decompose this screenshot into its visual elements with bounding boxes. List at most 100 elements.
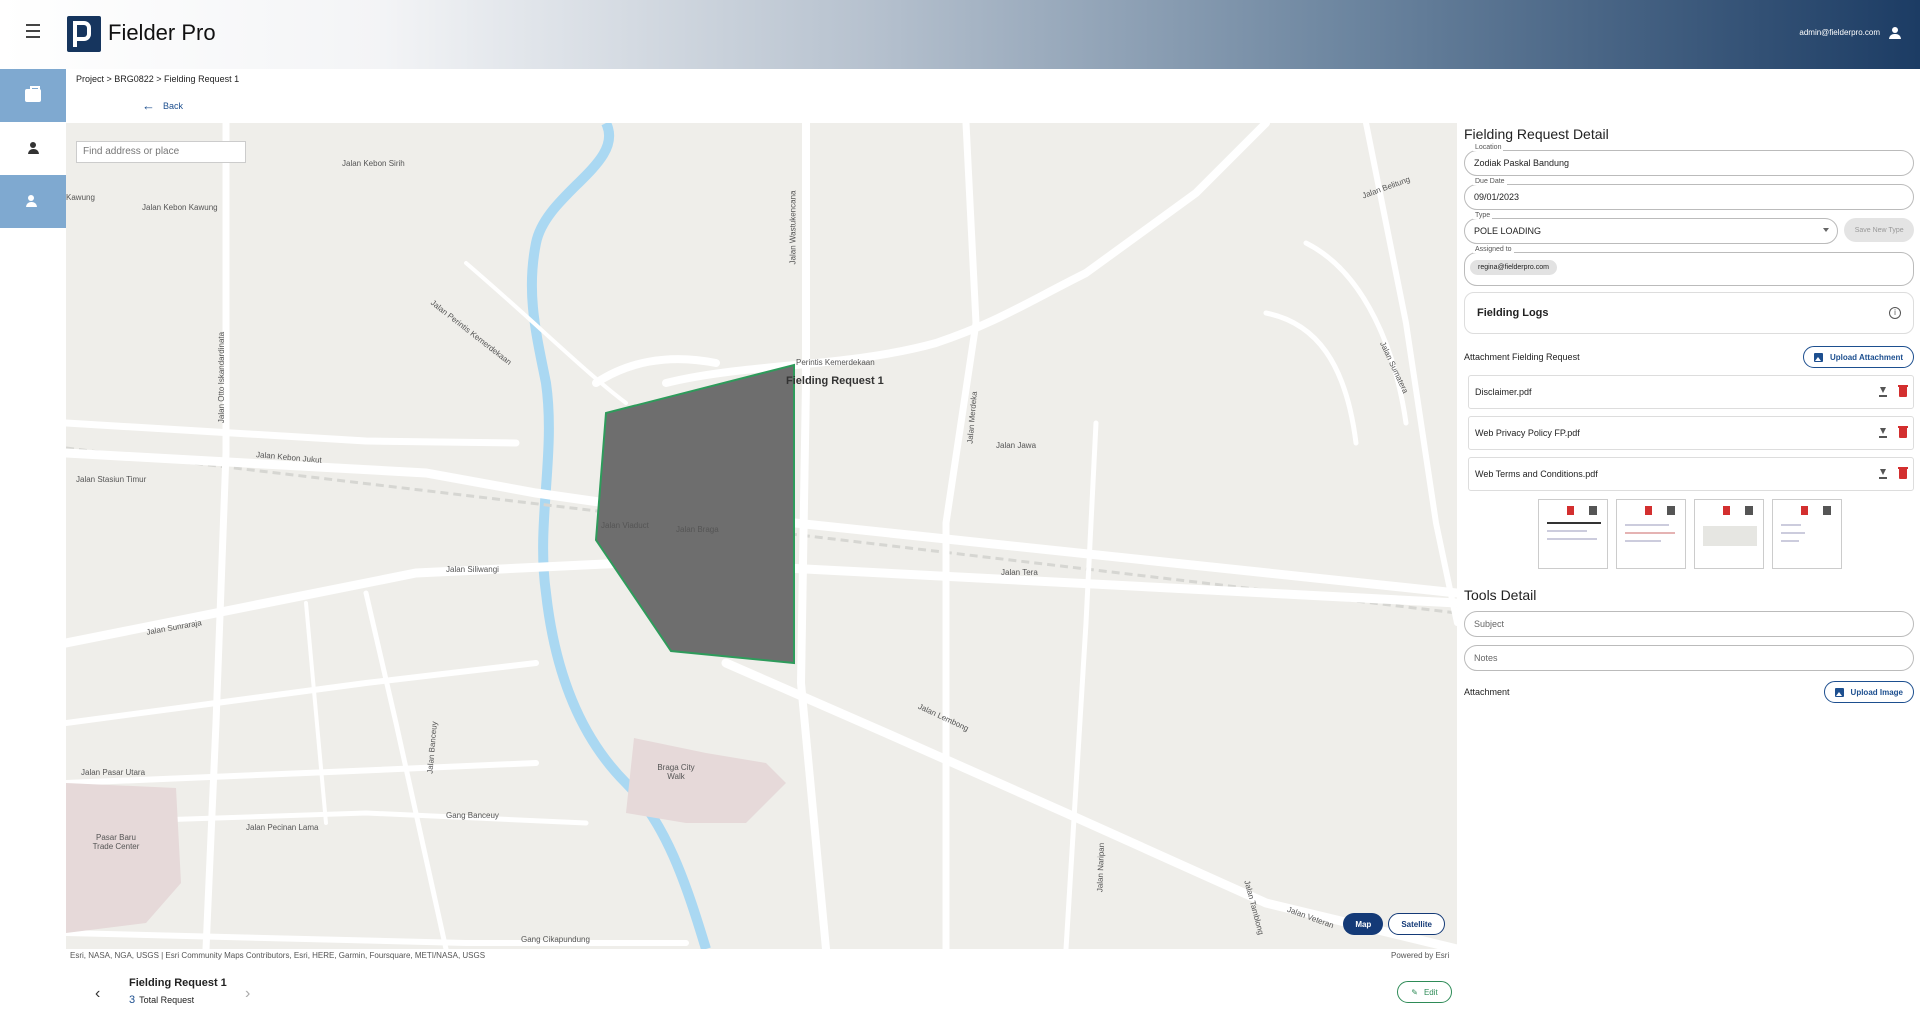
- fielding-request-polygon[interactable]: [594, 363, 795, 665]
- attachment-thumbnail[interactable]: [1538, 499, 1608, 569]
- street-label: Gang Banceuy: [446, 811, 499, 820]
- total-count: 3: [129, 994, 136, 1006]
- notes-input[interactable]: Notes: [1464, 645, 1914, 671]
- delete-icon[interactable]: [1801, 506, 1808, 515]
- polygon-label: Fielding Request 1: [786, 375, 884, 387]
- file-actions: [1879, 385, 1908, 397]
- attachment-thumbnail[interactable]: [1616, 499, 1686, 569]
- thumb-line: [1781, 524, 1801, 526]
- sidebar-item-users[interactable]: [0, 175, 66, 228]
- attachment-thumbnail[interactable]: [1694, 499, 1764, 569]
- type-value: POLE LOADING: [1474, 226, 1542, 236]
- delete-icon[interactable]: [1898, 467, 1908, 479]
- delete-icon[interactable]: [1567, 506, 1574, 515]
- map-search-input[interactable]: Find address or place: [76, 141, 246, 163]
- street-label: Jalan Kebon Sirih: [342, 159, 405, 168]
- file-name: Web Terms and Conditions.pdf: [1475, 469, 1598, 479]
- street-label: Jalan Pecinan Lama: [246, 823, 319, 832]
- attachment-thumbnail[interactable]: [1772, 499, 1842, 569]
- back-label: Back: [163, 100, 184, 111]
- document-icon[interactable]: [1589, 506, 1597, 515]
- thumb-line: [1625, 532, 1675, 534]
- chevron-right-icon[interactable]: ›: [245, 985, 250, 1003]
- breadcrumb: Project > BRG0822 > Fielding Request 1: [76, 74, 240, 84]
- upload-attachment-label: Upload Attachment: [1829, 352, 1903, 362]
- type-select[interactable]: Type POLE LOADING: [1464, 212, 1839, 244]
- delete-icon[interactable]: [1898, 426, 1908, 438]
- image-icon: [1834, 687, 1844, 697]
- assigned-label: Assigned to: [1473, 246, 1514, 253]
- download-icon[interactable]: [1879, 428, 1887, 438]
- building-label: Pasar Baru Trade Center: [92, 833, 140, 851]
- account-icon[interactable]: [1888, 26, 1902, 40]
- map-mode-button[interactable]: Map: [1343, 913, 1384, 935]
- total-label: Total Request: [139, 995, 195, 1005]
- info-icon[interactable]: i: [1889, 307, 1901, 319]
- file-name: Disclaimer.pdf: [1475, 387, 1532, 397]
- street-label: Jalan Braga: [676, 525, 719, 534]
- street-label: Gang Cikapundung: [521, 935, 590, 944]
- attachment-thumbnails: [1538, 499, 1914, 569]
- assignee-chip[interactable]: regina@fielderpro.com: [1470, 260, 1557, 275]
- satellite-mode-button[interactable]: Satellite: [1388, 913, 1445, 935]
- file-name: Web Privacy Policy FP.pdf: [1475, 428, 1580, 438]
- braga-city-walk-building: [626, 738, 786, 823]
- attachment-file-row: Web Terms and Conditions.pdf: [1468, 457, 1914, 491]
- fielding-logs-panel[interactable]: Fielding Logs i: [1464, 292, 1914, 334]
- powered-by[interactable]: Powered by Esri: [1391, 951, 1449, 960]
- back-button[interactable]: ← Back: [142, 98, 183, 113]
- street-label: Jalan Siliwangi: [446, 565, 499, 574]
- menu-icon[interactable]: [26, 24, 46, 44]
- tools-attachment-row: Attachment Upload Image: [1464, 681, 1914, 703]
- street-label: Jalan Naripan: [1095, 842, 1107, 893]
- subject-input[interactable]: Subject: [1464, 611, 1914, 637]
- thumb-line: [1781, 532, 1805, 534]
- location-value: Zodiak Paskal Bandung: [1474, 158, 1570, 168]
- location-field[interactable]: Location Zodiak Paskal Bandung: [1464, 144, 1914, 176]
- thumb-map: [1703, 526, 1757, 546]
- delete-icon[interactable]: [1645, 506, 1652, 515]
- file-actions: [1879, 467, 1908, 479]
- attachment-heading: Attachment Fielding Request: [1464, 352, 1580, 362]
- image-icon: [1813, 352, 1823, 362]
- type-label: Type: [1473, 212, 1493, 219]
- thumb-line: [1547, 538, 1597, 540]
- download-icon[interactable]: [1879, 387, 1887, 397]
- street-label: Jalan Pasar Utara: [81, 768, 146, 777]
- fielding-logs-label: Fielding Logs: [1477, 307, 1549, 319]
- upload-image-button[interactable]: Upload Image: [1823, 681, 1914, 703]
- due-date-field[interactable]: Due Date 09/01/2023: [1464, 178, 1914, 210]
- building-label: Braga City Walk: [657, 763, 695, 781]
- tools-attachment-label: Attachment: [1464, 687, 1510, 697]
- street-label: Jalan Kebon Kawung: [142, 203, 218, 212]
- attachment-header: Attachment Fielding Request Upload Attac…: [1464, 346, 1914, 368]
- document-icon[interactable]: [1745, 506, 1753, 515]
- due-date-value: 09/01/2023: [1474, 192, 1520, 202]
- map-view[interactable]: Find address or place Fielding Request 1…: [66, 123, 1457, 949]
- attachment-file-row: Web Privacy Policy FP.pdf: [1468, 416, 1914, 450]
- sidebar: [0, 69, 66, 228]
- thumb-line: [1625, 524, 1669, 526]
- sidebar-item-add-user[interactable]: [0, 122, 66, 175]
- user-email[interactable]: admin@fielderpro.com: [1799, 28, 1880, 37]
- attachment-file-row: Disclaimer.pdf: [1468, 375, 1914, 409]
- thumb-line: [1547, 522, 1601, 524]
- save-new-type-button[interactable]: Save New Type: [1844, 218, 1914, 242]
- document-icon[interactable]: [1667, 506, 1675, 515]
- delete-icon[interactable]: [1723, 506, 1730, 515]
- download-icon[interactable]: [1879, 469, 1887, 479]
- upload-attachment-button[interactable]: Upload Attachment: [1802, 346, 1914, 368]
- street-label: Perintis Kemerdekaan: [796, 358, 875, 367]
- street-label: Jalan Tera: [1001, 568, 1038, 577]
- thumb-line: [1781, 540, 1799, 542]
- document-icon[interactable]: [1823, 506, 1831, 515]
- thumb-line: [1547, 530, 1587, 532]
- location-label: Location: [1473, 144, 1504, 151]
- thumb-line: [1625, 540, 1661, 542]
- edit-button[interactable]: ✎ Edit: [1397, 981, 1452, 1003]
- chevron-left-icon[interactable]: ‹: [95, 985, 100, 1003]
- sidebar-item-projects[interactable]: [0, 69, 66, 122]
- assigned-to-field[interactable]: Assigned to regina@fielderpro.com: [1464, 246, 1914, 286]
- delete-icon[interactable]: [1898, 385, 1908, 397]
- arrow-left-icon: ←: [142, 98, 155, 113]
